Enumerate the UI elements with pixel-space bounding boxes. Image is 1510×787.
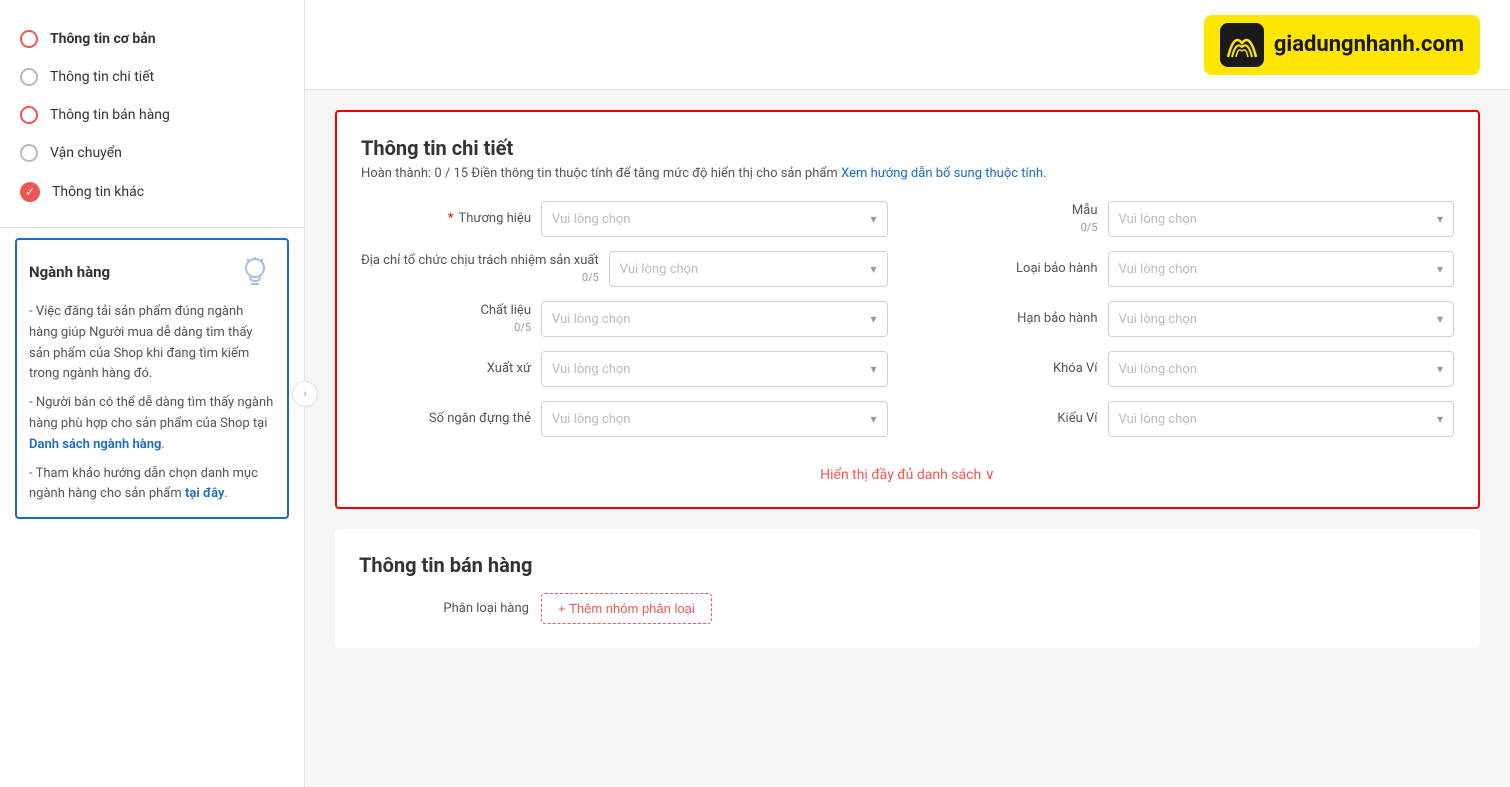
- sidebar-label-khac: Thông tin khác: [52, 184, 144, 200]
- chi-tiet-title: Thông tin chi tiết: [361, 136, 1454, 160]
- chevron-down-icon: ▾: [1437, 412, 1443, 426]
- nav-icon-co-ban: [20, 30, 38, 48]
- nav-icon-ban-hang: [20, 106, 38, 124]
- sidebar-nav: Thông tin cơ bản Thông tin chi tiết Thôn…: [0, 0, 304, 222]
- chevron-down-icon: ▾: [870, 212, 876, 226]
- nganh-hang-title: Ngành hàng: [29, 263, 110, 281]
- chi-tiet-form-grid: * Thương hiệu Vui lòng chọn ▾ Địa ch: [361, 201, 1454, 451]
- label-khoa-vi: Khóa Ví: [928, 360, 1098, 378]
- chi-tiet-subtitle-link[interactable]: Xem hướng dẫn bổ sung thuộc tính: [841, 166, 1043, 181]
- select-mau[interactable]: Vui lòng chọn ▾: [1108, 201, 1455, 237]
- sidebar-label-chi-tiet: Thông tin chi tiết: [50, 69, 154, 85]
- nav-icon-van-chuyen: [20, 144, 38, 162]
- select-dia-chi-to-chuc[interactable]: Vui lòng chọn ▾: [609, 251, 888, 287]
- nganh-hang-desc3: - Tham khảo hướng dẫn chọn danh mục ngàn…: [29, 464, 275, 506]
- chevron-down-icon: ▾: [870, 312, 876, 326]
- add-phan-loai-button[interactable]: + Thêm nhóm phân loại: [541, 593, 712, 624]
- field-xuat-xu: Xuất xứ Vui lòng chọn ▾: [361, 351, 888, 387]
- sidebar-collapse-button[interactable]: ›: [292, 381, 318, 407]
- label-xuat-xu: Xuất xứ: [361, 360, 531, 378]
- sidebar-item-van-chuyen[interactable]: Vận chuyển: [0, 134, 304, 172]
- chevron-down-icon: ▾: [1437, 212, 1443, 226]
- sidebar-item-thong-tin-khac[interactable]: ✓ Thông tin khác: [0, 172, 304, 212]
- sidebar-divider: [0, 227, 304, 228]
- logo-icon: [1220, 23, 1264, 67]
- show-more-button[interactable]: Hiển thị đầy đủ danh sách ∨: [361, 467, 1454, 483]
- phan-loai-label: Phân loại hàng: [359, 601, 529, 616]
- nganh-hang-desc2: - Người bán có thể dễ dàng tìm thấy ngàn…: [29, 393, 275, 455]
- label-loai-bao-hanh: Loại bảo hành: [928, 260, 1098, 278]
- lightbulb-icon: [235, 252, 275, 292]
- label-kieu-vi: Kiểu Ví: [928, 410, 1098, 428]
- form-col-right: Mẫu 0/5 Vui lòng chọn ▾ Loại bảo hàn: [928, 201, 1455, 451]
- panel-thong-tin-ban-hang: Thông tin bán hàng Phân loại hàng + Thêm…: [335, 529, 1480, 648]
- content-panels: Thông tin chi tiết Hoàn thành: 0 / 15 Đi…: [305, 90, 1510, 668]
- label-so-ngan-dung-the: Số ngăn đựng thẻ: [361, 410, 531, 428]
- label-chat-lieu: Chất liệu 0/5: [361, 302, 531, 336]
- form-col-left: * Thương hiệu Vui lòng chọn ▾ Địa ch: [361, 201, 888, 451]
- sidebar: Thông tin cơ bản Thông tin chi tiết Thôn…: [0, 0, 305, 787]
- label-han-bao-hanh: Hạn bảo hành: [928, 310, 1098, 328]
- nganh-hang-link1[interactable]: Danh sách ngành hàng: [29, 437, 161, 452]
- chi-tiet-subtitle: Hoàn thành: 0 / 15 Điền thông tin thuộc …: [361, 166, 1454, 181]
- chevron-down-icon: ▾: [1437, 312, 1443, 326]
- field-kieu-vi: Kiểu Ví Vui lòng chọn ▾: [928, 401, 1455, 437]
- select-khoa-vi[interactable]: Vui lòng chọn ▾: [1108, 351, 1455, 387]
- field-han-bao-hanh: Hạn bảo hành Vui lòng chọn ▾: [928, 301, 1455, 337]
- select-loai-bao-hanh[interactable]: Vui lòng chọn ▾: [1108, 251, 1455, 287]
- select-kieu-vi[interactable]: Vui lòng chọn ▾: [1108, 401, 1455, 437]
- chevron-down-icon: ▾: [870, 262, 876, 276]
- sidebar-item-thong-tin-chi-tiet[interactable]: Thông tin chi tiết: [0, 58, 304, 96]
- top-bar: giadungnhanh.com: [305, 0, 1510, 90]
- main-content: giadungnhanh.com Thông tin chi tiết Hoàn…: [305, 0, 1510, 787]
- field-thuong-hieu: * Thương hiệu Vui lòng chọn ▾: [361, 201, 888, 237]
- panel-thong-tin-chi-tiet: Thông tin chi tiết Hoàn thành: 0 / 15 Đi…: [335, 110, 1480, 509]
- select-so-ngan-dung-the[interactable]: Vui lòng chọn ▾: [541, 401, 888, 437]
- label-dia-chi-to-chuc: Địa chỉ tổ chức chịu trách nhiệm sản xuấ…: [361, 252, 599, 286]
- sidebar-item-thong-tin-ban-hang[interactable]: Thông tin bán hàng: [0, 96, 304, 134]
- select-han-bao-hanh[interactable]: Vui lòng chọn ▾: [1108, 301, 1455, 337]
- logo-text: giadungnhanh.com: [1274, 32, 1464, 57]
- phan-loai-row: Phân loại hàng + Thêm nhóm phân loại: [359, 593, 1456, 624]
- brand-logo: giadungnhanh.com: [1204, 15, 1480, 75]
- nav-icon-khac: ✓: [20, 182, 40, 202]
- field-mau: Mẫu 0/5 Vui lòng chọn ▾: [928, 201, 1455, 237]
- sidebar-label-ban-hang: Thông tin bán hàng: [50, 107, 170, 123]
- nganh-hang-box: Ngành hàng - Việc đăng tải sản phẩm đúng…: [15, 238, 289, 519]
- field-khoa-vi: Khóa Ví Vui lòng chọn ▾: [928, 351, 1455, 387]
- chevron-down-icon: ▾: [1437, 362, 1443, 376]
- field-so-ngan-dung-the: Số ngăn đựng thẻ Vui lòng chọn ▾: [361, 401, 888, 437]
- select-thuong-hieu[interactable]: Vui lòng chọn ▾: [541, 201, 888, 237]
- chevron-down-icon: ▾: [870, 362, 876, 376]
- label-thuong-hieu: * Thương hiệu: [361, 210, 531, 228]
- select-xuat-xu[interactable]: Vui lòng chọn ▾: [541, 351, 888, 387]
- field-chat-lieu: Chất liệu 0/5 Vui lòng chọn ▾: [361, 301, 888, 337]
- sidebar-item-thong-tin-co-ban[interactable]: Thông tin cơ bản: [0, 20, 304, 58]
- chevron-down-icon: ▾: [870, 412, 876, 426]
- nganh-hang-desc1: - Việc đăng tải sản phẩm đúng ngành hàng…: [29, 302, 275, 385]
- nganh-hang-description: - Việc đăng tải sản phẩm đúng ngành hàng…: [29, 302, 275, 505]
- ban-hang-title: Thông tin bán hàng: [359, 553, 1456, 577]
- sidebar-label-co-ban: Thông tin cơ bản: [50, 31, 156, 47]
- field-loai-bao-hanh: Loại bảo hành Vui lòng chọn ▾: [928, 251, 1455, 287]
- chevron-down-icon: ▾: [1437, 262, 1443, 276]
- nav-icon-chi-tiet: [20, 68, 38, 86]
- nganh-hang-link2[interactable]: tại đây: [185, 486, 224, 501]
- sidebar-label-van-chuyen: Vận chuyển: [50, 145, 122, 161]
- nganh-hang-header: Ngành hàng: [29, 252, 275, 292]
- select-chat-lieu[interactable]: Vui lòng chọn ▾: [541, 301, 888, 337]
- field-dia-chi-to-chuc: Địa chỉ tổ chức chịu trách nhiệm sản xuấ…: [361, 251, 888, 287]
- label-mau: Mẫu 0/5: [928, 202, 1098, 236]
